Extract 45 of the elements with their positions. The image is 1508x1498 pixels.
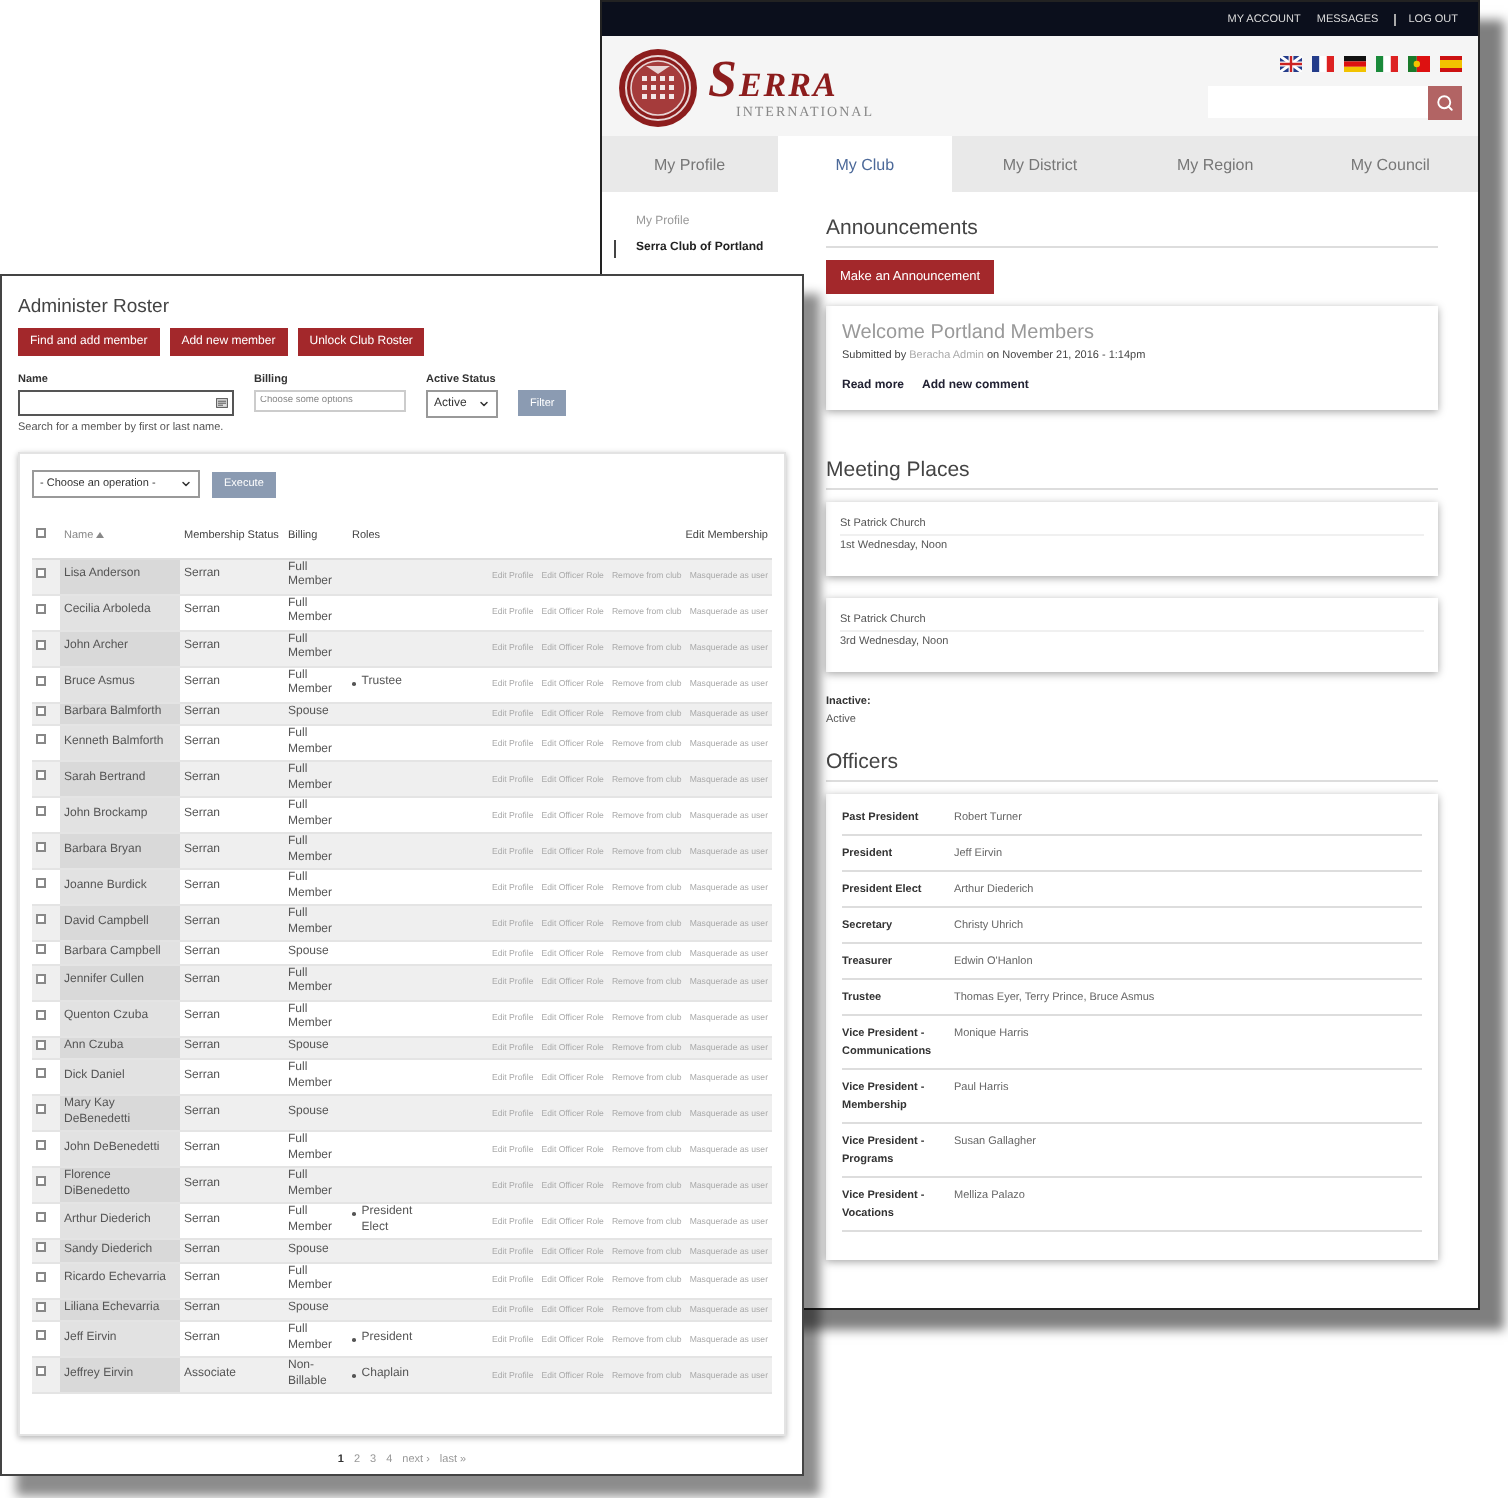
flag-icon[interactable] [1376, 56, 1398, 72]
caret-icon [478, 398, 490, 410]
checkbox[interactable] [36, 1140, 46, 1151]
flag-icon[interactable] [1280, 56, 1302, 72]
nav-tab[interactable]: My Club [777, 136, 953, 192]
announcement-title[interactable]: Welcome Portland Members [842, 322, 1422, 344]
checkbox[interactable] [36, 734, 46, 745]
seal-logo[interactable] [618, 48, 698, 128]
checkbox[interactable] [36, 639, 46, 650]
checkbox[interactable] [36, 1301, 46, 1311]
checkbox[interactable] [36, 705, 46, 715]
checkbox[interactable] [36, 567, 46, 578]
checkbox[interactable] [36, 603, 46, 614]
checkbox[interactable] [36, 1271, 46, 1282]
flag-icon[interactable] [1312, 56, 1334, 72]
section-heading: Meeting Places [826, 458, 1438, 490]
checkbox[interactable] [36, 914, 46, 925]
checkbox[interactable] [36, 1104, 46, 1115]
checkbox[interactable] [36, 1068, 46, 1079]
caret-icon [180, 478, 192, 490]
logo-wordmark: SERRA [708, 57, 838, 101]
window-title: Administer Roster [18, 296, 171, 318]
checkbox[interactable] [36, 806, 46, 817]
section-heading: Announcements [826, 216, 1438, 248]
checkbox[interactable] [36, 1039, 46, 1049]
checkbox[interactable] [36, 973, 46, 984]
checkbox[interactable] [36, 878, 46, 889]
checkbox[interactable] [36, 1366, 46, 1377]
checkbox[interactable] [36, 1176, 46, 1187]
checkbox[interactable] [36, 842, 46, 853]
search-button[interactable] [1428, 86, 1462, 120]
checkbox[interactable] [36, 1212, 46, 1223]
name-field[interactable] [18, 390, 234, 416]
checkbox[interactable] [36, 770, 46, 781]
checkbox[interactable] [36, 1242, 46, 1252]
checkbox[interactable] [36, 944, 46, 954]
search-field[interactable] [1208, 86, 1428, 118]
checkbox[interactable] [36, 1330, 46, 1341]
section-heading: Officers [826, 750, 1438, 782]
card-icon [216, 398, 228, 408]
checkbox[interactable] [36, 1009, 46, 1020]
flag-icon[interactable] [1344, 56, 1366, 72]
search-icon [1436, 94, 1454, 112]
checkbox[interactable] [36, 675, 46, 686]
checkbox[interactable] [36, 527, 46, 538]
